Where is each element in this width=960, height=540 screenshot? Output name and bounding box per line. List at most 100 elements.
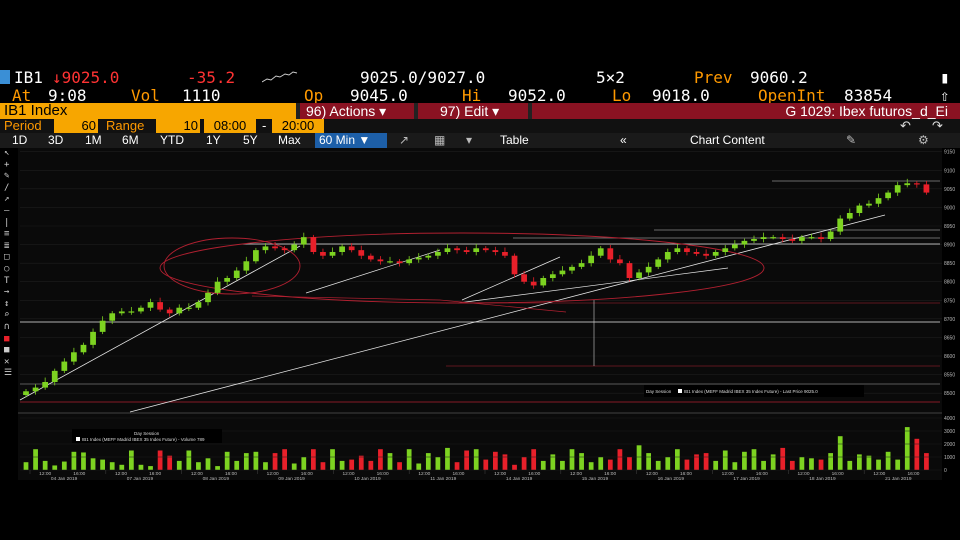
volume-bar (368, 460, 374, 470)
tab-ytd[interactable]: YTD (160, 133, 184, 148)
volume-bar (588, 462, 594, 470)
period-input[interactable]: 60 (54, 119, 98, 133)
candle-body (339, 246, 345, 252)
chart-type-dropdown-icon[interactable]: ▾ (466, 133, 472, 148)
tab-1y[interactable]: 1Y (206, 133, 221, 148)
candle-body (559, 270, 566, 275)
candle-body (904, 183, 911, 186)
volume-bar (531, 449, 537, 470)
volume-bar (828, 453, 834, 470)
tab-5y[interactable]: 5Y (243, 133, 258, 148)
volume-bar (406, 449, 412, 470)
interval-select[interactable]: 60 Min ▼ (315, 133, 387, 148)
prev-label: Prev (694, 68, 733, 87)
volume-bar (560, 460, 565, 470)
security-bar: IB1 Index 96) Actions ▾ 97) Edit ▾ G 102… (0, 103, 960, 119)
tab-6m[interactable]: 6M (122, 133, 139, 148)
volume-bar (310, 449, 316, 470)
volume-bar (90, 458, 96, 470)
candle-body (789, 239, 796, 241)
last-price: ↓9025.0 (52, 68, 120, 87)
candle-body (482, 248, 489, 251)
candle-body (492, 250, 499, 252)
prev-value: 9060.2 (750, 68, 808, 87)
candle-body (454, 248, 460, 251)
candle-body (425, 255, 432, 258)
tab-max[interactable]: Max (278, 133, 301, 148)
volume-bar (770, 454, 776, 470)
volume-bar (157, 450, 163, 470)
edit-menu[interactable]: 97) Edit ▾ (418, 103, 528, 119)
collapse-button[interactable]: « (620, 133, 627, 148)
candle-body (578, 263, 585, 267)
volume-bar (512, 464, 517, 470)
volume-bar (100, 459, 106, 470)
time-to-input[interactable]: 20:00 (272, 119, 324, 133)
volume-bar (751, 449, 757, 470)
tab-1d[interactable]: 1D (12, 133, 27, 148)
volume-bar (358, 455, 364, 470)
actions-menu[interactable]: 96) Actions ▾ (300, 103, 414, 119)
candle-body (712, 252, 719, 256)
candle-body (233, 270, 240, 278)
range-input[interactable]: 10 (156, 119, 200, 133)
candle-body (71, 352, 77, 362)
candle-body (655, 259, 662, 267)
tab-3d[interactable]: 3D (48, 133, 63, 148)
table-button[interactable]: Table (500, 133, 529, 148)
x-tick-label: 12:00 (722, 471, 734, 477)
volume-bar (445, 447, 450, 470)
volume-bar (703, 453, 709, 470)
candle-chart-icon[interactable]: ▦ (434, 133, 445, 148)
volume-bar (876, 459, 881, 470)
candle-body (435, 252, 441, 256)
y-tick-label: 8850 (944, 261, 955, 267)
y-tick-label: 8550 (944, 373, 955, 379)
save-icon[interactable]: ▮ (940, 68, 950, 87)
chart-content-button[interactable]: Chart Content (690, 133, 765, 148)
volume-bar (627, 457, 632, 470)
volume-bar (799, 457, 805, 470)
candle-body (885, 192, 891, 199)
x-tick-label: 16:00 (377, 471, 389, 477)
candle-body (253, 250, 259, 262)
y-tick-label: 9150 (944, 150, 955, 156)
volume-bar (818, 459, 824, 470)
candle-body (751, 239, 757, 241)
candle-body (109, 313, 116, 321)
candle-body (674, 248, 681, 252)
range-label: Range (106, 118, 145, 133)
redo-icon[interactable]: ↷ (932, 119, 943, 133)
candle-body (176, 307, 183, 314)
edit-chart-icon[interactable]: ✎ (846, 133, 856, 148)
volume-bar (349, 459, 355, 470)
line-chart-icon[interactable]: ↗ (399, 133, 409, 148)
volume-bar (234, 460, 240, 470)
candle-body (51, 370, 58, 382)
candle-body (636, 272, 642, 278)
time-from-input[interactable]: 08:00 (204, 119, 256, 133)
bid-ask: 9025.0/9027.0 (360, 68, 486, 87)
volume-bar (186, 450, 192, 470)
candle-body (329, 252, 336, 256)
candle-body (42, 382, 49, 388)
volume-bar (215, 466, 220, 470)
security-field[interactable]: IB1 Index (0, 103, 296, 119)
x-tick-label: 12:00 (267, 471, 279, 477)
settings-gear-icon[interactable]: ⚙ (918, 133, 929, 148)
volume-bar (809, 458, 814, 470)
x-tick-label: 16:00 (756, 471, 768, 477)
volume-bar (291, 463, 297, 470)
volume-bar (435, 457, 441, 470)
volume-bar (847, 460, 853, 470)
y-tick-label: 8700 (944, 317, 955, 323)
chart-area[interactable]: 8500 8550 8600 8650 8700 8750 8800 8850 8900 8950… (0, 148, 960, 488)
volume-bar (23, 462, 29, 470)
tab-1m[interactable]: 1M (85, 133, 102, 148)
x-tick-label: 16:00 (301, 471, 313, 477)
upper-legend-text: IB1 Index (MEFF Madrid IBEX 35 Index Fut… (684, 389, 818, 394)
candle-body (894, 185, 901, 193)
undo-icon[interactable]: ↶ (900, 119, 911, 133)
candle-body (348, 246, 355, 251)
volume-bar (387, 453, 393, 470)
